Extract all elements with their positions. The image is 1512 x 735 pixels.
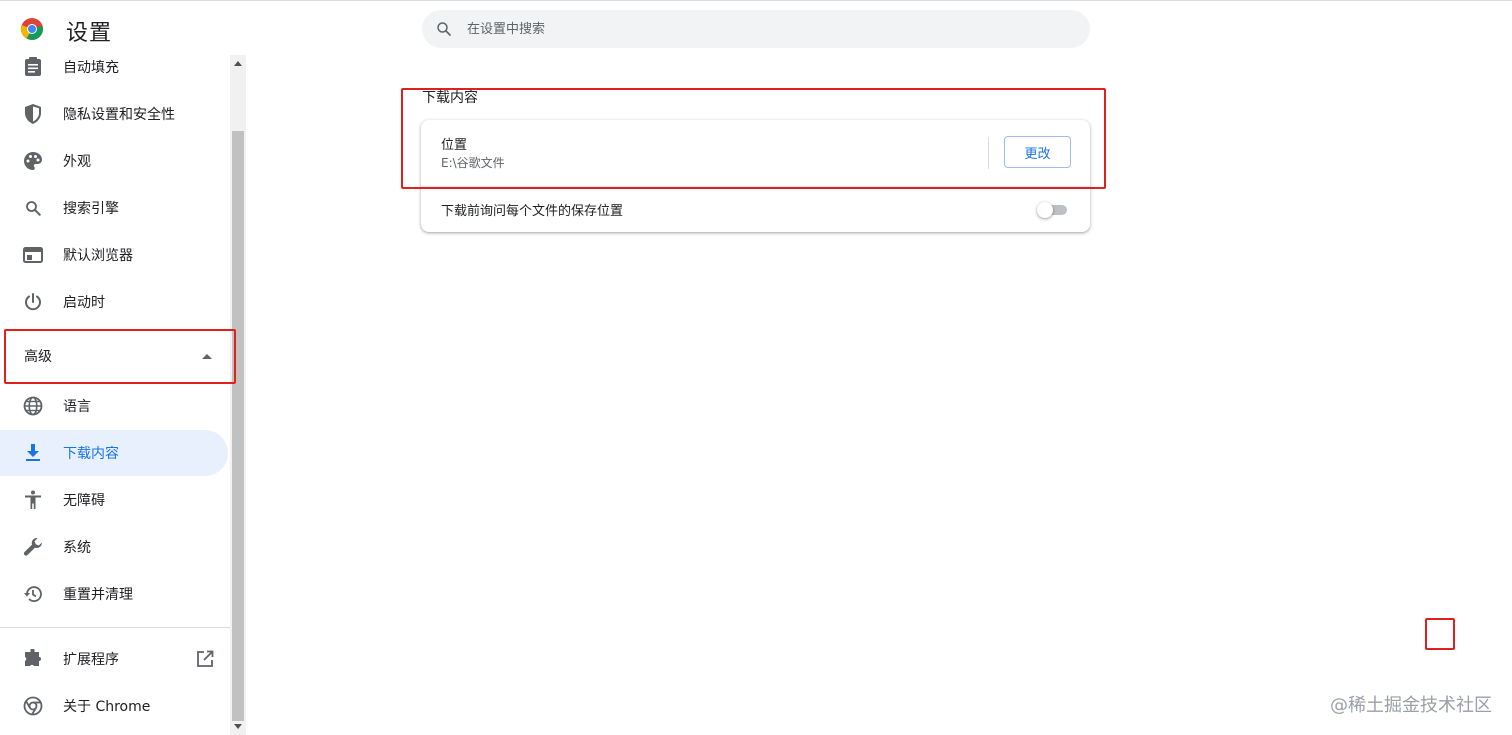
sidebar-item-downloads[interactable]: 下载内容 [0, 430, 228, 476]
search-input[interactable] [465, 20, 1049, 38]
sidebar-item-about-chrome[interactable]: 关于 Chrome [0, 683, 228, 729]
sidebar-item-label: 关于 Chrome [63, 699, 151, 715]
sidebar-item-default-browser[interactable]: 默认浏览器 [0, 232, 228, 278]
sidebar-scrollbar[interactable] [230, 55, 246, 735]
wrench-icon [23, 537, 43, 557]
search-icon [437, 22, 451, 36]
sidebar-item-label: 扩展程序 [63, 652, 119, 668]
sidebar-item-label: 搜索引擎 [63, 201, 119, 217]
accessibility-icon [23, 490, 43, 510]
sidebar-item-label: 启动时 [63, 295, 105, 311]
history-icon [23, 584, 43, 604]
sidebar-item-label: 下载内容 [63, 446, 119, 462]
annotation-box-downloads [401, 88, 1106, 189]
ask-where-to-save-toggle[interactable] [1037, 202, 1069, 218]
sidebar-item-label: 隐私设置和安全性 [63, 107, 175, 123]
clipboard-icon [23, 57, 43, 77]
palette-icon [23, 151, 43, 171]
annotation-box-small [1425, 618, 1455, 650]
toggle-knob [1037, 202, 1053, 218]
sidebar-item-extensions[interactable]: 扩展程序 [0, 636, 228, 682]
sidebar-item-label: 语言 [63, 399, 91, 415]
search-icon [23, 198, 43, 218]
page-title: 设置 [66, 21, 113, 46]
browser-window-icon [23, 245, 43, 265]
scroll-up-arrow-icon[interactable] [234, 61, 242, 66]
sidebar-item-label: 默认浏览器 [63, 248, 133, 264]
puzzle-icon [23, 649, 43, 669]
sidebar-item-label: 重置并清理 [63, 587, 133, 603]
chrome-logo-icon [20, 18, 43, 40]
download-icon [23, 443, 43, 463]
annotation-box-advanced [4, 329, 236, 384]
scrollbar-thumb[interactable] [232, 131, 244, 721]
search-bar[interactable] [422, 10, 1090, 48]
chrome-icon [23, 696, 43, 716]
sidebar-item-languages[interactable]: 语言 [0, 383, 228, 429]
sidebar: 自动填充 隐私设置和安全性 外观 搜索引擎 默认浏览器 启动时 高级 语言 下载… [0, 49, 230, 735]
sidebar-item-appearance[interactable]: 外观 [0, 138, 228, 184]
sidebar-item-search-engine[interactable]: 搜索引擎 [0, 185, 228, 231]
sidebar-item-reset[interactable]: 重置并清理 [0, 571, 228, 617]
watermark: @稀土掘金技术社区 [1330, 695, 1492, 716]
sidebar-item-accessibility[interactable]: 无障碍 [0, 477, 228, 523]
globe-icon [23, 396, 43, 416]
sidebar-item-autofill[interactable]: 自动填充 [0, 49, 228, 90]
sidebar-item-label: 无障碍 [63, 493, 105, 509]
sidebar-item-privacy[interactable]: 隐私设置和安全性 [0, 91, 228, 137]
power-icon [23, 292, 43, 312]
sidebar-item-system[interactable]: 系统 [0, 524, 228, 570]
sidebar-item-label: 外观 [63, 154, 91, 170]
open-in-new-icon[interactable] [196, 650, 214, 668]
scroll-down-arrow-icon[interactable] [234, 724, 242, 729]
sidebar-item-label: 自动填充 [63, 60, 119, 76]
shield-icon [23, 104, 43, 124]
sidebar-item-on-startup[interactable]: 启动时 [0, 279, 228, 325]
sidebar-item-label: 系统 [63, 540, 91, 556]
sidebar-divider [0, 627, 230, 628]
ask-where-to-save-label: 下载前询问每个文件的保存位置 [441, 204, 624, 219]
